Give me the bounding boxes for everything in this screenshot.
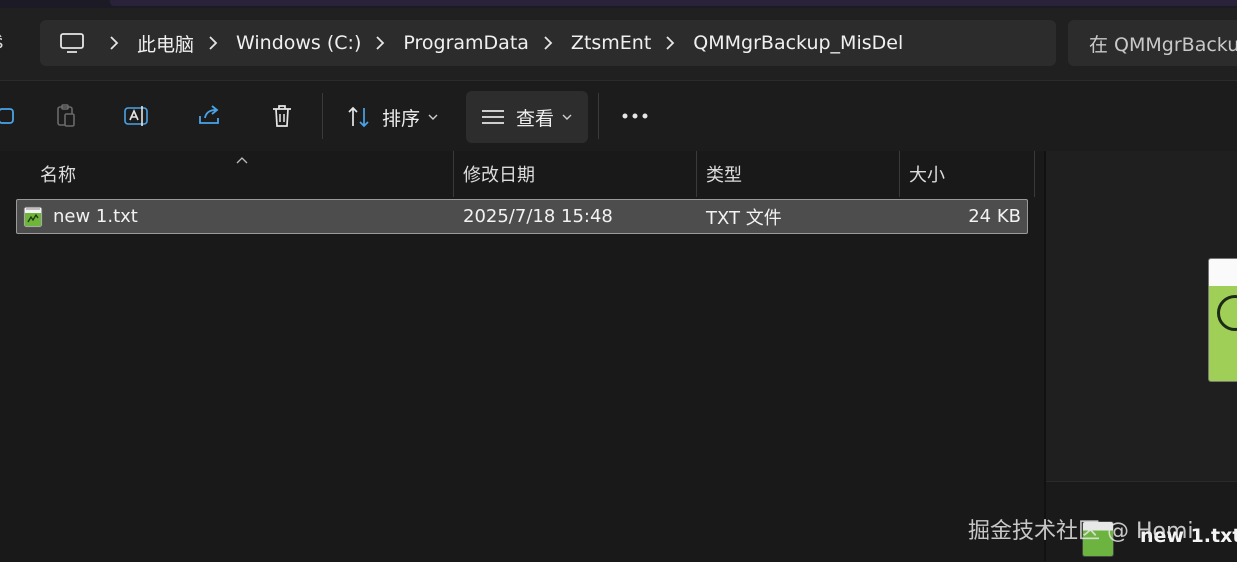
breadcrumb-qmmgrbackup[interactable]: QMMgrBackup_MisDel — [693, 32, 903, 54]
more-icon[interactable] — [612, 97, 658, 135]
file-size: 24 KB — [968, 206, 1021, 227]
column-header-type[interactable]: 类型 — [706, 151, 742, 197]
address-row: ŝ 此电脑 Windows (C:) ProgramData ZtsmEnt Q… — [0, 8, 1237, 80]
preview-pane — [1046, 151, 1237, 562]
search-input[interactable]: 在 QMMgrBackup_MisDel 中搜索 — [1068, 20, 1237, 66]
sort-label: 排序 — [382, 107, 421, 130]
table-row[interactable]: new 1.txt 2025/7/18 15:48 TXT 文件 24 KB — [16, 199, 1028, 234]
paste-icon[interactable] — [46, 97, 86, 135]
toolbar-divider — [598, 93, 599, 139]
title-bar — [0, 0, 1237, 8]
file-type: TXT 文件 — [706, 207, 782, 229]
chevron-right-icon[interactable] — [206, 36, 220, 50]
file-list: 名称 修改日期 类型 大小 new 1.txt 2025/7/18 15:48 … — [0, 151, 1044, 561]
chevron-down-icon — [562, 113, 572, 121]
column-divider[interactable] — [1034, 151, 1035, 197]
file-preview-thumbnail — [1208, 258, 1237, 382]
column-divider[interactable] — [899, 151, 900, 197]
watermark: 掘金技术社区 @ Homi — [968, 519, 1194, 544]
breadcrumb-windows-c[interactable]: Windows (C:) — [236, 32, 361, 54]
sort-icon — [346, 105, 372, 129]
breadcrumb-ztsment[interactable]: ZtsmEnt — [571, 32, 651, 54]
column-header-name[interactable]: 名称 — [40, 151, 76, 197]
share-icon[interactable] — [190, 97, 230, 135]
column-header-date[interactable]: 修改日期 — [463, 151, 535, 197]
toolbar-divider — [322, 93, 323, 139]
copy-icon[interactable] — [0, 97, 26, 135]
breadcrumb-programdata[interactable]: ProgramData — [403, 32, 529, 54]
column-header-size[interactable]: 大小 — [909, 151, 945, 197]
chevron-right-icon[interactable] — [107, 36, 121, 50]
address-bar[interactable]: 此电脑 Windows (C:) ProgramData ZtsmEnt QMM… — [40, 20, 1056, 66]
rename-icon[interactable] — [117, 97, 157, 135]
view-icon — [480, 107, 506, 127]
column-divider[interactable] — [453, 151, 454, 197]
chevron-down-icon — [428, 113, 438, 121]
this-pc-icon[interactable] — [59, 30, 85, 56]
text-file-icon — [23, 206, 43, 228]
file-date: 2025/7/18 15:48 — [463, 206, 613, 227]
chevron-right-icon[interactable] — [541, 36, 555, 50]
sort-ascending-icon — [235, 149, 249, 168]
command-bar: 排序 查看 — [0, 80, 1237, 152]
nav-button-fragment[interactable]: ŝ — [0, 32, 3, 53]
breadcrumb-this-pc[interactable]: 此电脑 — [137, 30, 194, 57]
delete-icon[interactable] — [262, 97, 302, 135]
chevron-right-icon[interactable] — [663, 36, 677, 50]
chevron-right-icon[interactable] — [373, 36, 387, 50]
file-name: new 1.txt — [53, 206, 138, 227]
column-divider[interactable] — [696, 151, 697, 197]
view-label: 查看 — [516, 107, 555, 130]
view-button[interactable]: 查看 — [466, 91, 588, 143]
sort-button[interactable]: 排序 — [334, 91, 454, 143]
